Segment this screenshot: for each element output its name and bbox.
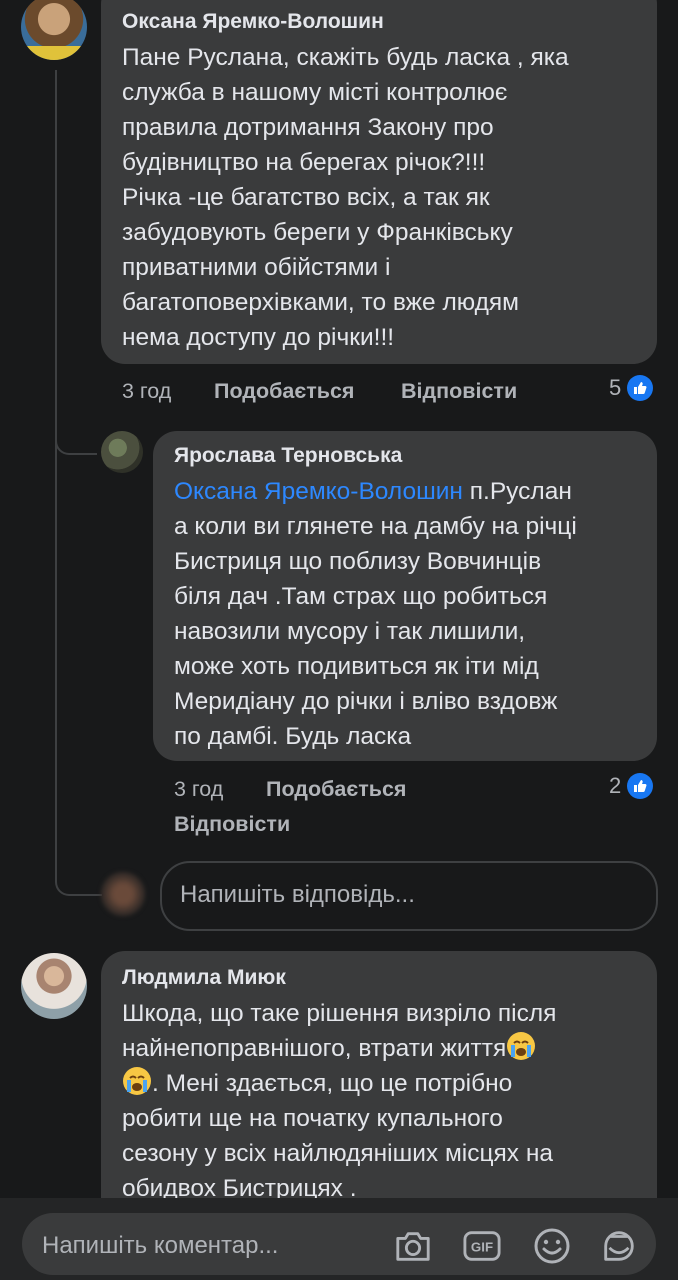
camera-icon[interactable] <box>394 1227 432 1265</box>
like-button[interactable]: Подобається <box>266 777 406 802</box>
comment-composer[interactable]: Напишіть коментар... GIF <box>22 1213 656 1275</box>
reply-placeholder: Напишіть відповідь... <box>180 881 415 908</box>
crying-face-icon <box>123 1067 151 1095</box>
comment-line: Пане Руслана, скажіть будь ласка , яка <box>122 44 569 71</box>
reply-text: Оксана Яремко-Волошин п.Руслан а коли ви… <box>174 474 577 754</box>
crying-face-icon <box>507 1032 536 1060</box>
comment-line: служба в нашому місті контролює <box>122 79 508 106</box>
composer-placeholder: Напишіть коментар... <box>42 1232 279 1259</box>
comment-author[interactable]: Людмила Миюк <box>122 966 286 990</box>
comment-author[interactable]: Оксана Яремко-Волошин <box>122 10 384 34</box>
reply-line: а коли ви глянете на дамбу на річці <box>174 513 577 540</box>
mention-link[interactable]: Оксана Яремко-Волошин <box>174 478 463 505</box>
avatar-lyudmyla[interactable] <box>21 953 87 1019</box>
comment-line: Шкода, що таке рішення визріло після <box>122 1000 557 1027</box>
avatar-yaroslava[interactable] <box>101 431 143 473</box>
comment-line: робити ще на початку купального <box>122 1105 503 1132</box>
like-button[interactable]: Подобається <box>214 379 354 404</box>
comment-line-text: найнепоправнішого, втрати життя <box>122 1035 507 1062</box>
reaction-number: 2 <box>609 773 622 798</box>
reply-button[interactable]: Відповісти <box>401 379 517 404</box>
comment-line: . Мені здається, що це потрібно <box>122 1066 556 1101</box>
reply-line: Бистриця що поблизу Вовчинців <box>174 548 542 575</box>
gif-label: GIF <box>471 1240 493 1255</box>
reply-line: Меридіану до річки і вліво вздовж <box>174 688 558 715</box>
reply-time: 3 год <box>174 777 224 801</box>
reply-line: біля дач .Там страх що робиться <box>174 583 548 610</box>
sticker-icon[interactable] <box>600 1227 638 1265</box>
comment-line-text: . Мені здається, що це потрібно <box>152 1070 513 1097</box>
reply-author[interactable]: Ярослава Терновська <box>174 444 402 468</box>
comment-line: правила дотримання Закону про <box>122 114 494 141</box>
smiley-icon[interactable] <box>533 1227 571 1265</box>
reply-line: по дамбі. Будь ласка <box>174 723 412 750</box>
thumbs-up-icon <box>627 773 654 799</box>
reply-button[interactable]: Відповісти <box>174 812 290 837</box>
reaction-count[interactable]: 5 <box>609 375 654 401</box>
reaction-count[interactable]: 2 <box>609 773 654 799</box>
comment-line: забудовують береги у Франківську <box>122 219 513 246</box>
thread-line <box>55 70 57 440</box>
reaction-number: 5 <box>609 375 622 400</box>
comment-text: Пане Руслана, скажіть будь ласка , яка с… <box>122 40 569 355</box>
gif-icon[interactable]: GIF <box>463 1227 501 1265</box>
comment-line: найнепоправнішого, втрати життя <box>122 1031 556 1066</box>
comment-text: Шкода, що таке рішення визріло після най… <box>122 996 556 1206</box>
reply-first-line: Оксана Яремко-Волошин п.Руслан <box>174 474 577 509</box>
comment-time: 3 год <box>122 379 172 403</box>
comment-line: приватними обійстями і <box>122 254 391 281</box>
thumbs-up-icon <box>627 375 654 401</box>
comment-line: багатоповерхівками, то вже людям <box>122 289 519 316</box>
comment-line: будівництво на берегах річок?!!! <box>122 149 486 176</box>
reply-line: п.Руслан <box>462 478 572 505</box>
comment-line: сезону у всіх найлюдяніших місцях на <box>122 1140 554 1167</box>
my-avatar <box>101 872 145 916</box>
avatar-oksana[interactable] <box>21 0 87 60</box>
comment-line: Річка -це багатство всіх, а так як <box>122 184 490 211</box>
thread-connector <box>55 440 102 896</box>
reply-input[interactable]: Напишіть відповідь... <box>160 861 658 931</box>
reply-line: навозили мусору і так лишили, <box>174 618 526 645</box>
comment-line: нема доступу до річки!!! <box>122 324 395 351</box>
reply-line: може хоть подивиться як іти мід <box>174 653 539 680</box>
